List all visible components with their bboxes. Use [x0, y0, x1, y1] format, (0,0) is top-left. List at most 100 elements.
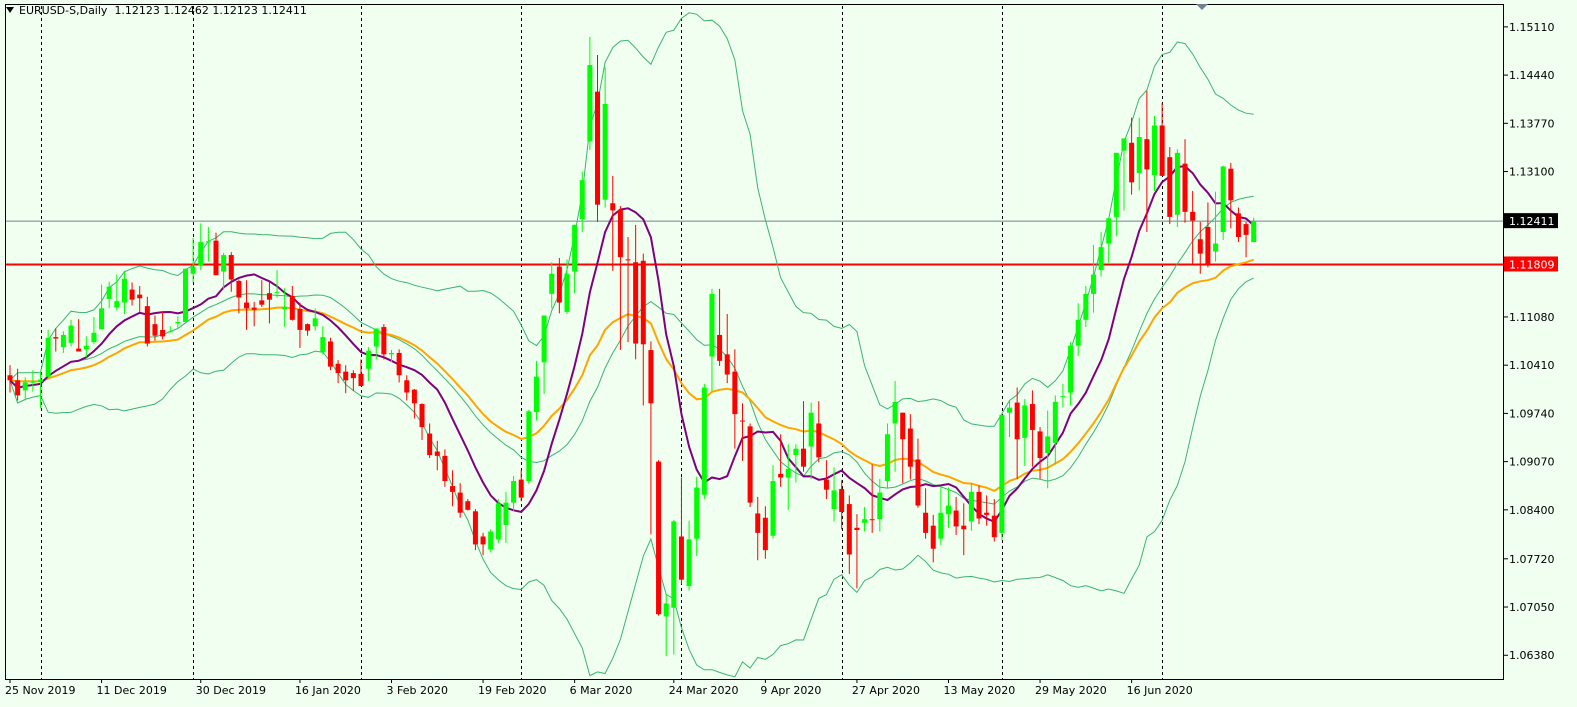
candle-body [923, 512, 929, 533]
candle [488, 529, 494, 553]
candle-body [671, 521, 677, 608]
candle-body [282, 306, 288, 310]
candle-body [488, 531, 494, 550]
candle [1182, 139, 1188, 223]
candle [961, 503, 967, 556]
candle [587, 36, 593, 150]
candle [160, 311, 166, 340]
candle-body [251, 307, 257, 310]
candle-body [755, 513, 761, 533]
candle [38, 371, 44, 409]
y-tick-label: 1.13770 [1509, 117, 1555, 130]
candle [839, 480, 845, 530]
candle-body [1205, 226, 1211, 265]
candle [892, 381, 898, 472]
candle-body [1159, 125, 1165, 176]
candle [999, 414, 1005, 541]
candle-body [846, 504, 852, 555]
chart-shift-marker [1196, 4, 1208, 10]
candle [236, 279, 242, 314]
candle-body [762, 517, 768, 551]
candle-body [465, 501, 471, 510]
candle-body [1052, 401, 1058, 443]
candle-body [190, 266, 196, 274]
candle [869, 464, 875, 533]
candle [15, 368, 21, 401]
candle-body [137, 294, 143, 299]
candle-body [129, 289, 135, 300]
candle [198, 223, 204, 271]
candle [60, 331, 66, 353]
candle-body [930, 525, 936, 549]
candle [1220, 165, 1226, 240]
candle-body [984, 512, 990, 515]
candle [358, 359, 364, 387]
candle-body [602, 103, 608, 200]
candle-body [182, 268, 188, 322]
candle [503, 491, 509, 543]
candle [1014, 387, 1020, 479]
candle-body [816, 423, 822, 458]
y-tick-label: 1.14440 [1509, 69, 1555, 82]
candle-body [259, 300, 265, 305]
candle [129, 282, 135, 306]
candle [91, 316, 97, 345]
candle-body [747, 426, 753, 503]
candle-body [1113, 152, 1119, 217]
candle-body [167, 331, 173, 333]
candle [1022, 399, 1028, 466]
candle [907, 414, 913, 480]
candle [396, 349, 402, 383]
x-tick-label: 25 Nov 2019 [5, 684, 75, 697]
candle [1152, 116, 1157, 191]
candle-body [915, 459, 921, 506]
x-tick-label: 16 Jun 2020 [1127, 684, 1193, 697]
candle-body [976, 491, 982, 519]
candle [320, 326, 326, 355]
candle [579, 171, 585, 233]
candle-body [1029, 404, 1035, 430]
candle [1075, 303, 1081, 356]
bollinger-lower-band [9, 277, 1254, 678]
candle-body [961, 525, 967, 530]
y-tick-label: 1.08400 [1509, 504, 1555, 517]
candle [1037, 427, 1043, 479]
candle [1167, 147, 1173, 225]
candle [762, 506, 768, 559]
candle-body [350, 373, 356, 379]
candle [694, 476, 700, 556]
candle-body [709, 293, 715, 357]
candle-body [366, 350, 372, 369]
candle [99, 284, 105, 330]
candle [404, 375, 410, 401]
candle-body [831, 490, 837, 510]
x-tick-label: 9 Apr 2020 [760, 684, 821, 697]
candle [877, 478, 883, 532]
candle-body [396, 352, 402, 376]
candle [938, 486, 944, 546]
candle-body [160, 329, 166, 337]
candle [190, 237, 196, 283]
candle [450, 470, 456, 507]
candle [76, 319, 82, 352]
candle-body [678, 536, 684, 580]
candle-body [1144, 139, 1150, 170]
candle [610, 175, 616, 271]
candle-body [648, 350, 654, 404]
candle [350, 370, 356, 392]
candle [633, 224, 639, 360]
candle-body [411, 389, 417, 404]
candle [1129, 117, 1135, 195]
candle [335, 360, 341, 384]
candle-body [1235, 213, 1241, 238]
candle [549, 262, 555, 309]
candle [862, 506, 868, 532]
candle-body [610, 203, 616, 211]
candle [1251, 217, 1257, 243]
y-tick-label: 1.15110 [1509, 21, 1555, 34]
candle-body [778, 473, 784, 478]
price-chart[interactable]: 1.15110 1.14440 1.13770 1.13100 1.11080 1.104… [0, 0, 1577, 707]
candle-body [1243, 224, 1249, 235]
candle-body [106, 286, 112, 299]
candle [457, 483, 463, 518]
